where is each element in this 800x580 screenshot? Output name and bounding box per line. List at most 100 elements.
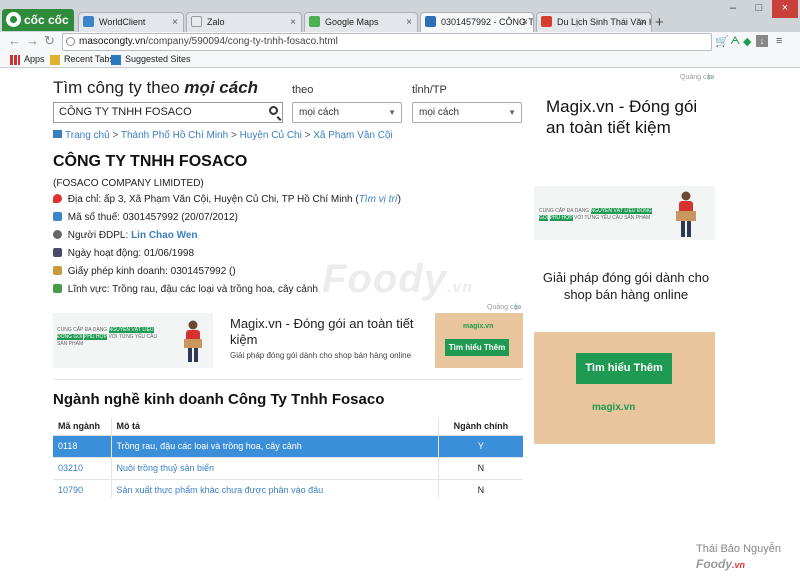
table-row[interactable]: 0118 Trồng rau, đậu các loại và trồng ho…: [53, 435, 523, 458]
minimize-button[interactable]: –: [720, 0, 746, 18]
representative-link[interactable]: Lin Chao Wen: [131, 230, 197, 241]
side-ad-box-panel: Tìm hiểu Thêm magix.vn: [534, 332, 715, 444]
person-icon: [53, 230, 62, 239]
close-tab-icon[interactable]: ×: [172, 13, 178, 32]
photo-credit-author: Thái Bảo Nguyễn: [696, 543, 781, 555]
cart-icon[interactable]: 🛒: [715, 35, 729, 48]
field-value: Trồng rau, đậu các loại và trồng hoa, câ…: [112, 284, 318, 295]
bookmark-recent-tabs[interactable]: Recent Tabs: [50, 52, 114, 67]
search-icon[interactable]: [269, 106, 278, 115]
field-label: Lĩnh vực:: [67, 284, 110, 295]
heading-emphasis: mọi cách: [184, 78, 259, 97]
breadcrumb-city[interactable]: Thành Phố Hồ Chí Minh: [121, 130, 228, 141]
ad-info-icon[interactable]: ▷: [515, 303, 520, 311]
home-icon: [53, 130, 62, 138]
table-row[interactable]: 10790 Sản xuất thực phẩm khác chưa được …: [53, 479, 523, 497]
side-ad[interactable]: Magix.vn - Đóng gói an toàn tiết kiệm CU…: [534, 82, 715, 444]
bookmark-label: Apps: [24, 54, 45, 64]
sitemap-icon: [53, 284, 62, 293]
forward-arrow-icon[interactable]: →: [26, 33, 39, 48]
table-row[interactable]: 03210 Nuôi trồng thuỷ sản biển N: [53, 457, 523, 480]
close-tab-icon[interactable]: ×: [640, 13, 646, 32]
shield-icon[interactable]: ◆: [743, 35, 751, 48]
ad-image-line: VỚI TỪNG YÊU CẦU SẢN PHẨM: [574, 215, 651, 221]
credit-site-main: Foody: [696, 557, 732, 571]
row-description[interactable]: Trồng rau, đậu các loại và trồng hoa, câ…: [111, 435, 439, 458]
license-icon: [53, 266, 62, 275]
browser-brand-button[interactable]: cốc cốc: [2, 9, 74, 31]
company-english-name: (FOSACO COMPANY LIMIDTED): [53, 178, 204, 189]
theo-select[interactable]: mọi cách ▼: [292, 102, 402, 123]
ad-info-icon[interactable]: ▷: [708, 73, 713, 81]
ad-image-line: CUNG CẤP ĐA DẠNG: [539, 208, 590, 214]
representative-row: Người ĐDPL: Lin Chao Wen: [53, 230, 198, 241]
new-tab-button[interactable]: +: [655, 14, 664, 31]
business-table: Mã ngành Mô tả Ngành chính 0118 Trồng ra…: [53, 418, 523, 497]
bookmark-apps[interactable]: Apps: [10, 52, 45, 67]
apps-grid-icon: [10, 55, 20, 65]
tinh-label: tỉnh/TP: [412, 84, 447, 96]
calendar-icon: [53, 248, 62, 257]
ad-subtitle: Giải pháp đóng gói dành cho shop bán hàn…: [230, 351, 412, 360]
side-ad-title[interactable]: Magix.vn - Đóng gói an toàn tiết kiệm: [546, 96, 714, 138]
google-maps-icon: [309, 16, 320, 27]
tab-title: Zalo: [207, 17, 225, 27]
foody-watermark: Foody.vn: [322, 257, 473, 302]
license-row: Giấy phép kinh doanh: 0301457992 (): [53, 266, 236, 277]
tab-zalo[interactable]: Zalo ×: [186, 12, 302, 32]
start-date-row: Ngày hoạt động: 01/06/1998: [53, 248, 194, 259]
theo-value: mọi cách: [299, 107, 340, 118]
bookmark-suggested-sites[interactable]: Suggested Sites: [111, 52, 191, 67]
find-location-link[interactable]: Tìm vị trí: [359, 194, 398, 205]
ad-image-text: CUNG CẤP ĐA DẠNG NGUYÊN VẬT LIỆU ĐÓNG GÓ…: [57, 327, 167, 348]
reload-icon[interactable]: ↻: [44, 33, 55, 49]
row-code[interactable]: 0118: [53, 435, 112, 458]
breadcrumb-district[interactable]: Huyện Củ Chi: [240, 130, 302, 141]
delivery-person-icon: [184, 320, 202, 362]
coccoc-logo-icon: [6, 12, 21, 27]
maximize-button[interactable]: □: [746, 0, 772, 18]
bookmark-label: Recent Tabs: [64, 54, 114, 64]
tab-title: 0301457992 - CÔNG TY T: [441, 17, 534, 27]
representative-label: Người ĐDPL:: [67, 230, 129, 241]
tab-du-lich[interactable]: Du Lịch Sinh Thái Văn Hòa ×: [536, 12, 652, 32]
row-description[interactable]: Nuôi trồng thuỷ sản biển: [111, 457, 439, 480]
back-arrow-icon[interactable]: ←: [8, 33, 21, 48]
tab-worldclient[interactable]: WorldClient ×: [78, 12, 184, 32]
address-bar[interactable]: masocongty.vn/company/590094/cong-ty-tnh…: [62, 33, 712, 51]
tab-masocongty[interactable]: 0301457992 - CÔNG TY T ×: [420, 12, 534, 32]
ad-title[interactable]: Magix.vn - Đóng gói an toàn tiết kiệm: [230, 316, 430, 348]
menu-icon[interactable]: ≡: [776, 35, 782, 47]
bookmark-label: Suggested Sites: [125, 54, 191, 64]
tab-title: Google Maps: [325, 17, 379, 27]
location-pin-icon: [53, 194, 62, 203]
inline-ad[interactable]: CUNG CẤP ĐA DẠNG NGUYÊN VẬT LIỆU ĐÓNG GÓ…: [53, 313, 523, 368]
close-tab-icon[interactable]: ×: [290, 13, 296, 32]
url-path: /company/590094/cong-ty-tnhh-fosaco.html: [145, 36, 338, 47]
search-heading: Tìm công ty theo mọi cách: [53, 78, 258, 98]
row-description[interactable]: Sản xuất thực phẩm khác chưa được phân v…: [111, 479, 439, 497]
header-description: Mô tả: [111, 418, 439, 436]
close-tab-icon[interactable]: ×: [406, 13, 412, 32]
translate-icon[interactable]: ᗅ: [730, 35, 740, 48]
tab-title: Du Lịch Sinh Thái Văn Hòa: [557, 17, 651, 27]
row-main: Y: [438, 435, 523, 458]
download-icon[interactable]: ↓: [756, 35, 768, 47]
company-search-input[interactable]: CÔNG TY TNHH FOSACO: [53, 102, 283, 123]
bookmarks-bar: Apps Recent Tabs Suggested Sites: [0, 52, 800, 68]
close-window-button[interactable]: ×: [772, 0, 798, 18]
breadcrumb-commune[interactable]: Xã Phạm Văn Cội: [313, 130, 393, 141]
ad-image: CUNG CẤP ĐA DẠNG NGUYÊN VẬT LIỆU ĐÓNG GÓ…: [53, 313, 213, 368]
learn-more-button[interactable]: Tìm hiểu Thêm: [445, 339, 509, 356]
breadcrumb-home[interactable]: Trang chủ: [65, 130, 110, 141]
ad-image-line: CUNG CẤP ĐA DẠNG: [57, 327, 108, 333]
license-label: Giấy phép kinh doanh:: [67, 266, 168, 277]
company-name: CÔNG TY TNHH FOSACO: [53, 153, 248, 170]
tab-google-maps[interactable]: Google Maps ×: [304, 12, 418, 32]
row-code[interactable]: 10790: [53, 479, 112, 497]
business-section-title: Ngành nghề kinh doanh Công Ty Tnhh Fosac…: [53, 391, 385, 408]
side-learn-more-button[interactable]: Tìm hiểu Thêm: [576, 353, 672, 384]
tinh-select[interactable]: mọi cách ▼: [412, 102, 522, 123]
close-tab-icon[interactable]: ×: [522, 13, 528, 32]
row-code[interactable]: 03210: [53, 457, 112, 480]
